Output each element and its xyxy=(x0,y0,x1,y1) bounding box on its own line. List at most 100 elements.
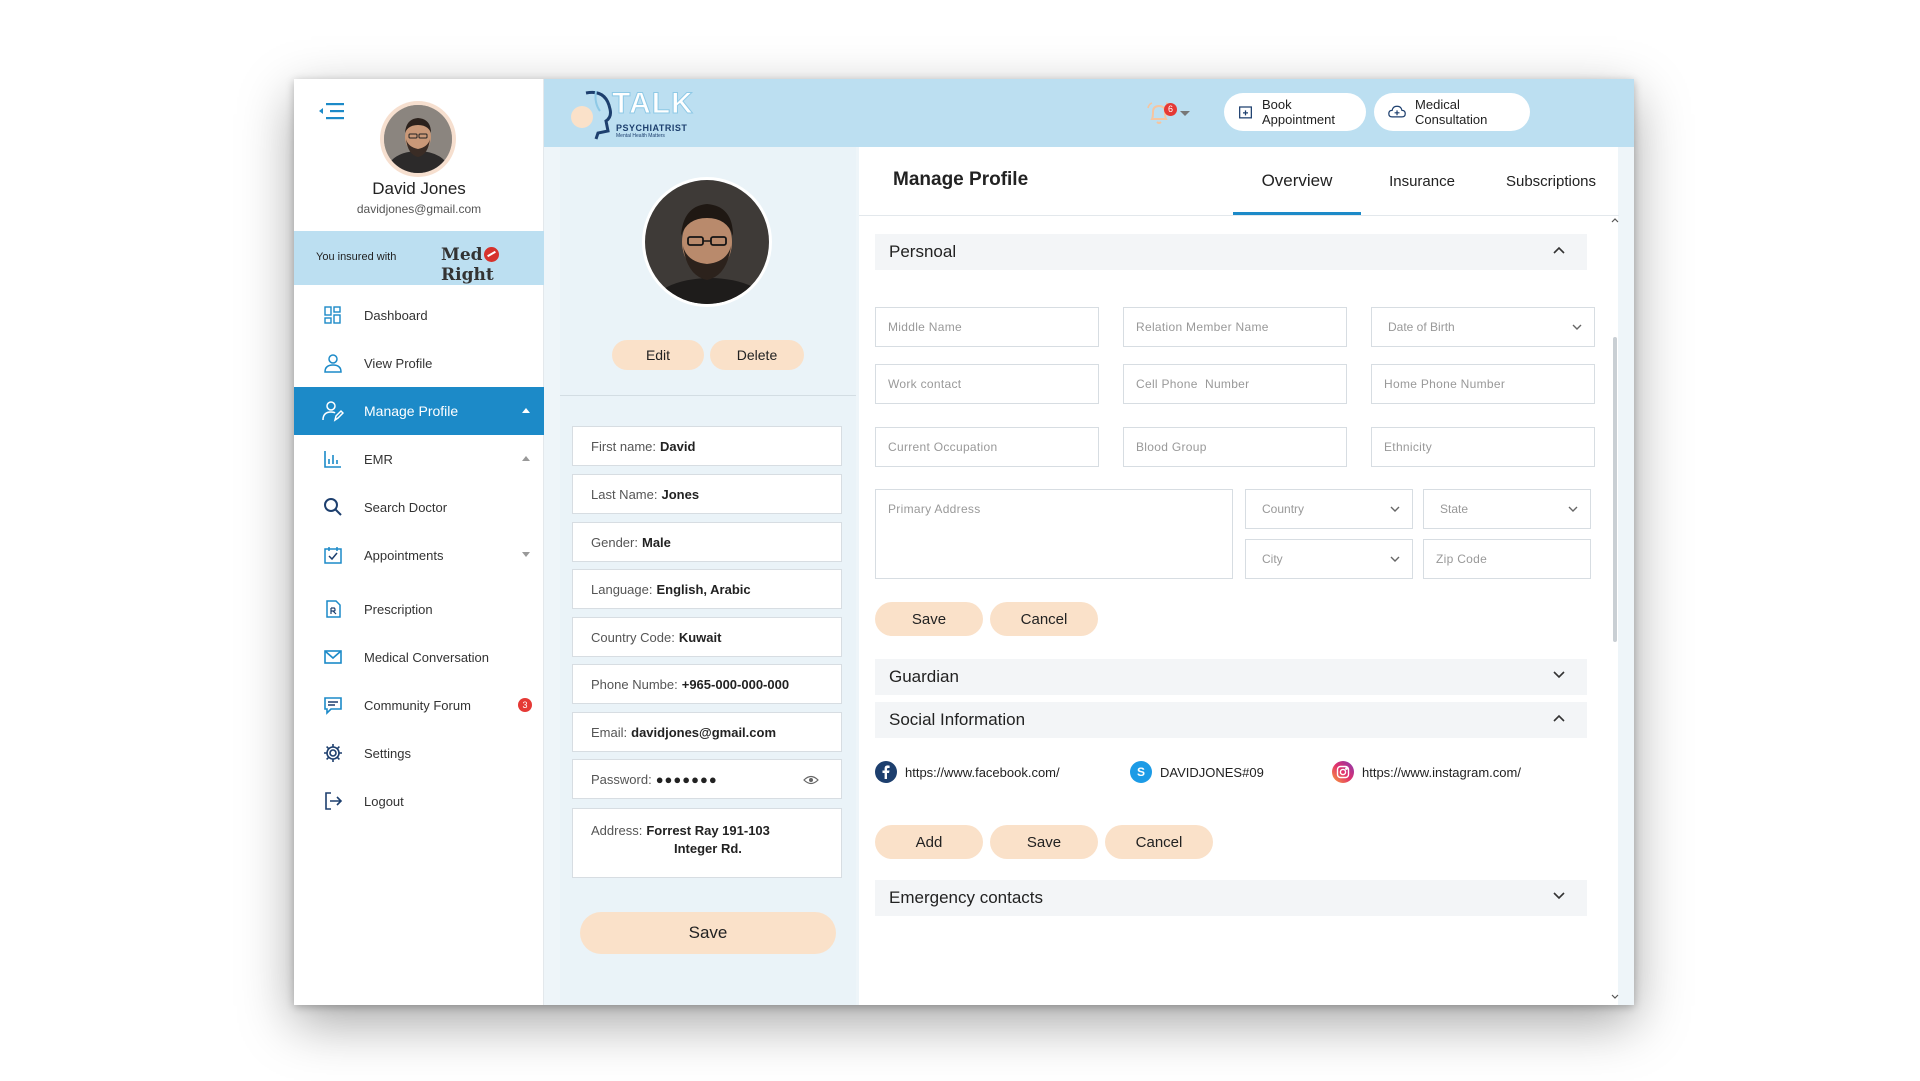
page-background: David Jones davidjones@gmail.com You ins… xyxy=(0,0,1920,1081)
sidebar-item-label: Search Doctor xyxy=(364,499,448,515)
state-select[interactable]: State xyxy=(1423,489,1591,529)
country-select[interactable]: Country xyxy=(1245,489,1413,529)
collapse-caret-icon[interactable] xyxy=(522,408,530,413)
scroll-down-arrow-icon[interactable] xyxy=(1610,991,1620,1001)
avatar[interactable] xyxy=(380,101,456,177)
first-name-field[interactable]: First name: David xyxy=(572,426,842,466)
sidebar-item-label: Dashboard xyxy=(364,307,428,323)
field-value: English, Arabic xyxy=(656,581,751,597)
medical-consultation-label: Medical Consultation xyxy=(1415,97,1488,127)
tab-overview[interactable]: Overview xyxy=(1233,147,1361,215)
sidebar-item-medical-conversation[interactable]: Medical Conversation xyxy=(294,633,544,681)
sidebar-item-view-profile[interactable]: View Profile xyxy=(294,339,544,387)
relation-member-name-input[interactable] xyxy=(1123,307,1347,347)
user-email: davidjones@gmail.com xyxy=(356,202,482,216)
sidebar-item-label: Logout xyxy=(364,793,404,809)
sidebar-item-settings[interactable]: Settings xyxy=(294,729,544,777)
edit-photo-button[interactable]: Edit xyxy=(612,340,704,370)
sidebar-item-appointments[interactable]: Appointments xyxy=(294,531,544,579)
sidebar-item-manage-profile[interactable]: Manage Profile xyxy=(294,387,544,435)
cancel-social-button[interactable]: Cancel xyxy=(1105,825,1213,859)
chevron-down-icon xyxy=(1572,324,1582,330)
section-emergency-contacts[interactable]: Emergency contacts xyxy=(875,880,1587,916)
blood-group-input[interactable] xyxy=(1123,427,1347,467)
delete-photo-button[interactable]: Delete xyxy=(710,340,804,370)
save-personal-button[interactable]: Save xyxy=(875,602,983,636)
gender-field[interactable]: Gender: Male xyxy=(572,522,842,562)
sidebar-item-label: View Profile xyxy=(364,355,433,371)
section-social-information[interactable]: Social Information xyxy=(875,702,1587,738)
language-field[interactable]: Language: English, Arabic xyxy=(572,569,842,609)
medical-consultation-button[interactable]: Medical Consultation xyxy=(1374,93,1530,131)
logo-subtitle: PSYCHIATRIST xyxy=(616,123,688,133)
field-label: First name: xyxy=(591,438,657,454)
sidebar-item-prescription[interactable]: Prescription xyxy=(294,585,544,633)
expand-caret-icon[interactable] xyxy=(522,552,530,557)
sidebar-item-dashboard[interactable]: Dashboard xyxy=(294,291,544,339)
cloud-add-icon xyxy=(1388,105,1406,118)
last-name-field[interactable]: Last Name: Jones xyxy=(572,474,842,514)
sidebar-item-logout[interactable]: Logout xyxy=(294,777,544,825)
notification-badge: 3 xyxy=(518,698,532,712)
save-profile-button[interactable]: Save xyxy=(580,912,836,954)
scrollbar-thumb[interactable] xyxy=(1613,337,1617,642)
section-title: Persnoal xyxy=(889,242,957,261)
date-of-birth-picker[interactable]: Date of Birth xyxy=(1371,307,1595,347)
tab-subscriptions[interactable]: Subscriptions xyxy=(1483,147,1619,215)
country-code-field[interactable]: Country Code: Kuwait xyxy=(572,617,842,657)
user-edit-icon xyxy=(322,400,344,422)
phone-field[interactable]: Phone Numbe: +965-000-000-000 xyxy=(572,664,842,704)
city-placeholder: City xyxy=(1262,552,1283,566)
sidebar-item-community-forum[interactable]: Community Forum 3 xyxy=(294,681,544,729)
notification-count-badge: 6 xyxy=(1164,103,1177,116)
zip-code-input[interactable] xyxy=(1423,539,1591,579)
date-of-birth-placeholder: Date of Birth xyxy=(1388,320,1455,334)
eye-icon[interactable] xyxy=(803,775,819,785)
menu-toggle-icon[interactable] xyxy=(318,101,346,121)
sidebar-item-label: Prescription xyxy=(364,601,433,617)
address-field[interactable]: Address: Forrest Ray 191-103 Integer Rd. xyxy=(572,808,842,878)
sidebar-item-label: EMR xyxy=(364,451,393,467)
sidebar-item-emr[interactable]: EMR xyxy=(294,435,544,483)
logo-tagline: Mental Health Matters xyxy=(616,133,665,139)
app-logo[interactable]: TALK PSYCHIATRIST Mental Health Matters xyxy=(568,83,708,143)
primary-address-input[interactable] xyxy=(875,489,1233,579)
save-social-button[interactable]: Save xyxy=(990,825,1098,859)
scroll-up-arrow-icon[interactable] xyxy=(1610,215,1620,225)
current-occupation-input[interactable] xyxy=(875,427,1099,467)
instagram-link[interactable]: https://www.instagram.com/ xyxy=(1332,761,1521,783)
section-personal[interactable]: Persnoal xyxy=(875,234,1587,270)
ethnicity-input[interactable] xyxy=(1371,427,1595,467)
middle-name-input[interactable] xyxy=(875,307,1099,347)
sidebar-item-search-doctor[interactable]: Search Doctor xyxy=(294,483,544,531)
field-value: davidjones@gmail.com xyxy=(631,724,777,740)
chevron-down-icon xyxy=(1390,506,1400,512)
field-value: Integer Rd. xyxy=(674,841,742,856)
notifications-button[interactable]: 6 xyxy=(1144,99,1194,129)
field-label: Language: xyxy=(591,581,653,597)
logout-icon xyxy=(322,790,344,812)
skype-link[interactable]: S DAVIDJONES#09 xyxy=(1130,761,1264,783)
section-title: Emergency contacts xyxy=(889,888,1044,907)
facebook-link[interactable]: https://www.facebook.com/ xyxy=(875,761,1060,783)
profile-photo xyxy=(642,177,772,307)
book-appointment-button[interactable]: Book Appointment xyxy=(1224,93,1366,131)
tab-insurance[interactable]: Insurance xyxy=(1367,147,1477,215)
city-select[interactable]: City xyxy=(1245,539,1413,579)
instagram-icon xyxy=(1332,761,1354,783)
collapse-caret-icon[interactable] xyxy=(522,456,530,461)
dashboard-icon xyxy=(322,304,344,326)
email-field[interactable]: Email: davidjones@gmail.com xyxy=(572,712,842,752)
work-contact-input[interactable] xyxy=(875,364,1099,404)
cell-phone-input[interactable] xyxy=(1123,364,1347,404)
sidebar: David Jones davidjones@gmail.com You ins… xyxy=(294,79,544,1005)
cancel-personal-button[interactable]: Cancel xyxy=(990,602,1098,636)
password-field[interactable]: Password: ●●●●●●● xyxy=(572,759,842,799)
sidebar-item-label: Manage Profile xyxy=(364,403,459,419)
top-header: TALK PSYCHIATRIST Mental Health Matters … xyxy=(544,79,1634,147)
field-value: Male xyxy=(641,534,671,550)
home-phone-input[interactable] xyxy=(1371,364,1595,404)
facebook-url: https://www.facebook.com/ xyxy=(905,764,1060,780)
add-social-button[interactable]: Add xyxy=(875,825,983,859)
section-guardian[interactable]: Guardian xyxy=(875,659,1587,695)
